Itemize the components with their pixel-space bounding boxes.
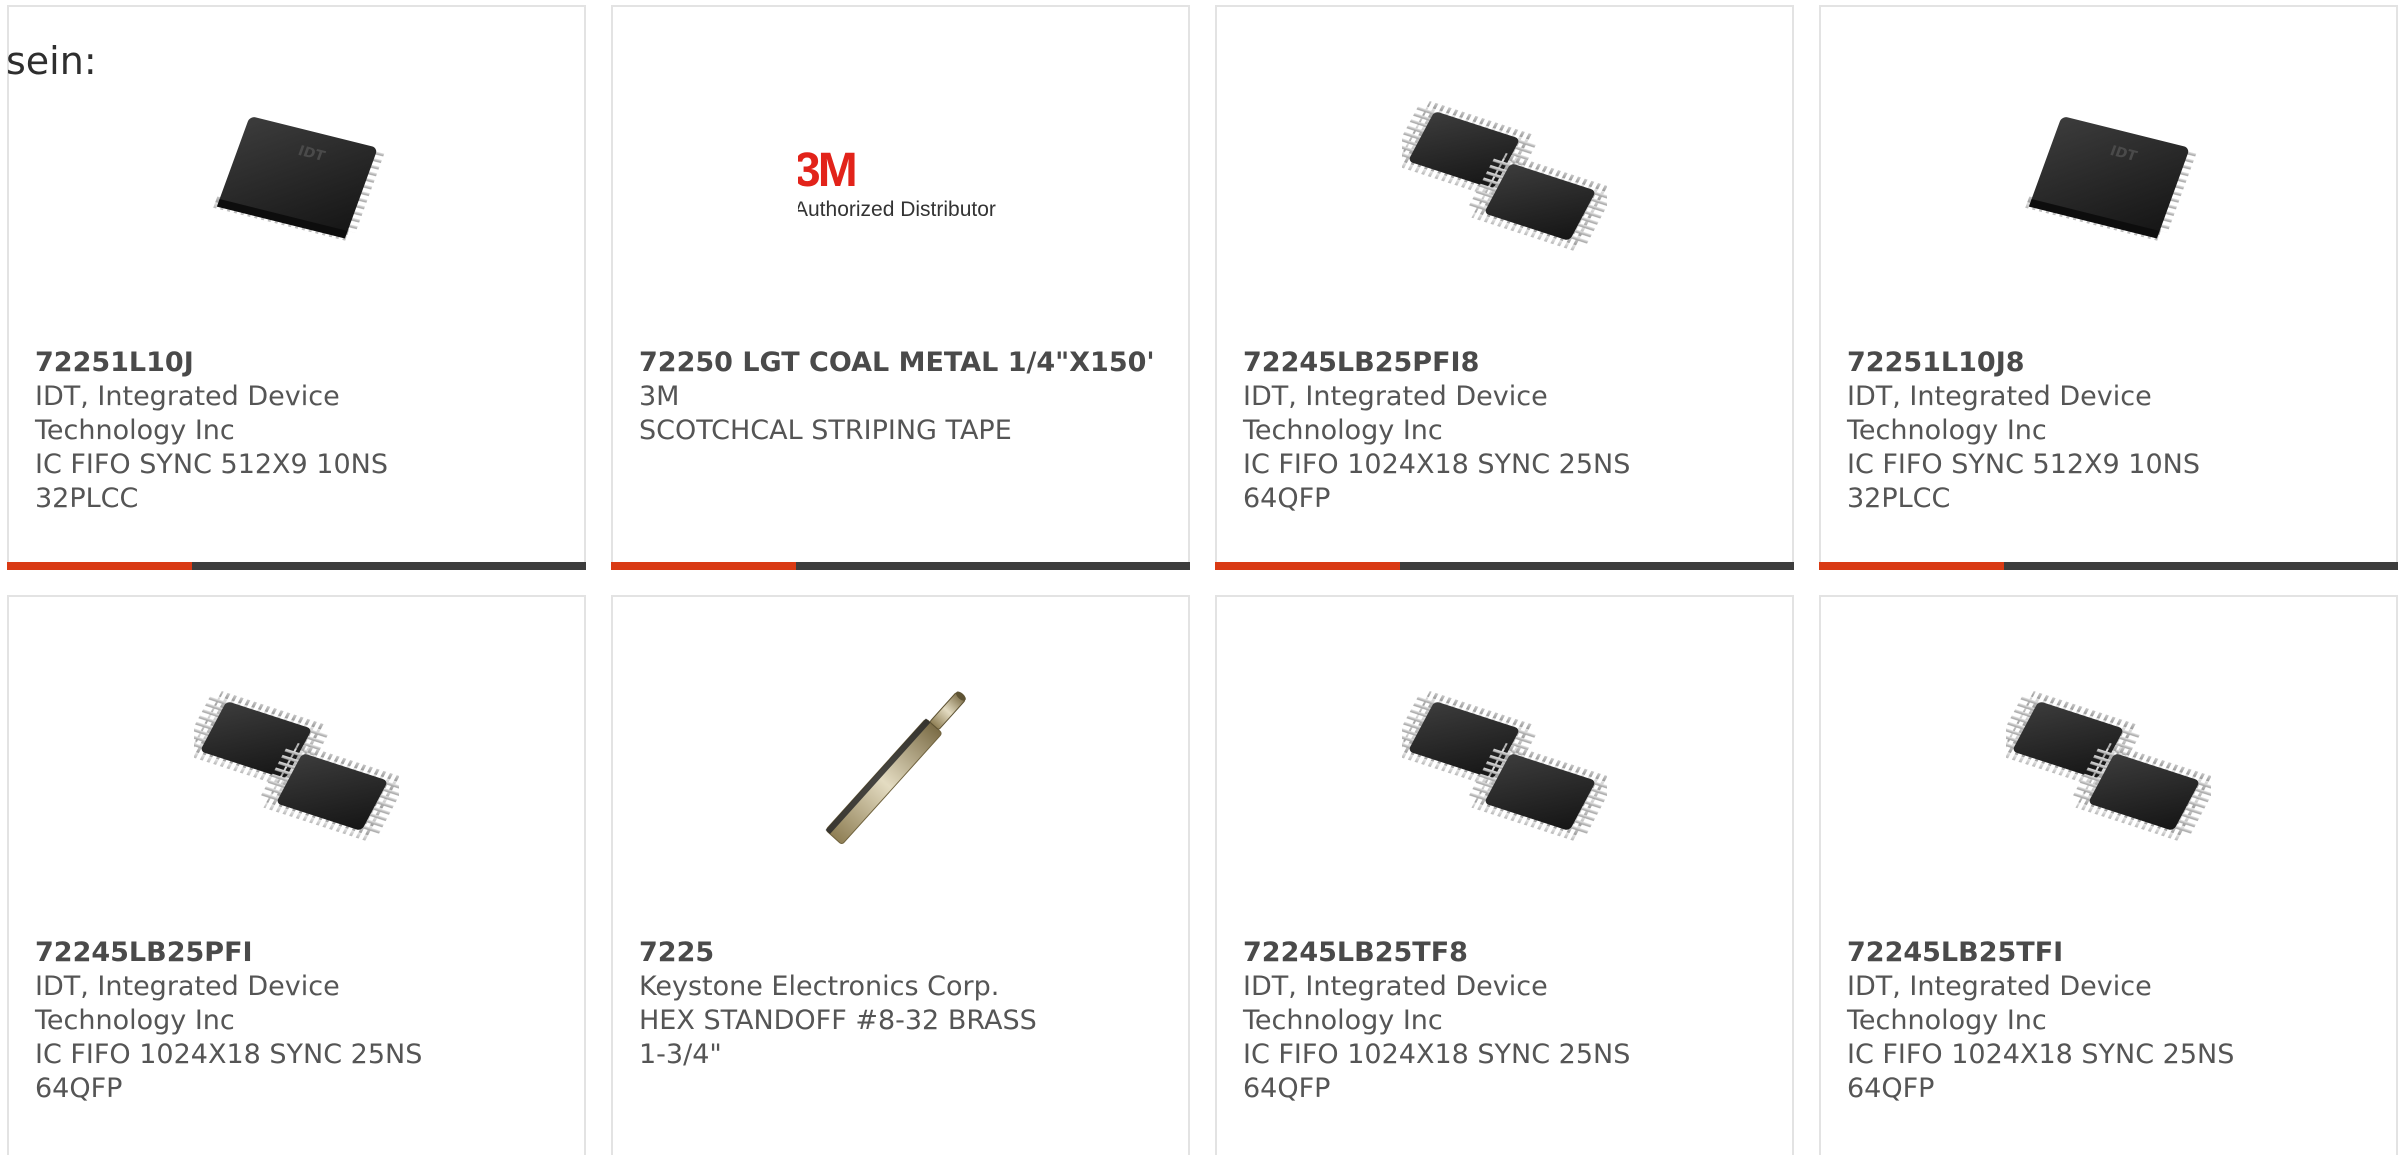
3m-authorized-distributor-logo[interactable]: 3M Authorized Distributor bbox=[798, 76, 1003, 281]
product-card[interactable]: 72245LB25PFI IDT, Integrated Device Tech… bbox=[7, 595, 586, 1155]
part-number[interactable]: 72245LB25TF8 bbox=[1243, 936, 1663, 970]
product-info: 72245LB25TFI IDT, Integrated Device Tech… bbox=[1847, 936, 2267, 1106]
description: IC FIFO 1024X18 SYNC 25NS 64QFP bbox=[1243, 1039, 1631, 1104]
plcc-chip-icon[interactable] bbox=[2006, 76, 2211, 281]
product-card[interactable]: 72251L10J8 IDT, Integrated Device Techno… bbox=[1819, 5, 2398, 570]
manufacturer: IDT, Integrated Device Technology Inc bbox=[1847, 971, 2152, 1036]
product-grid: 72251L10J IDT, Integrated Device Technol… bbox=[7, 5, 2400, 1155]
card-bar-accent bbox=[611, 562, 796, 570]
product-info: 7225 Keystone Electronics Corp. HEX STAN… bbox=[639, 936, 1059, 1072]
product-card[interactable]: 72245LB25TF8 IDT, Integrated Device Tech… bbox=[1215, 595, 1794, 1155]
product-card[interactable]: 3M Authorized Distributor 72250 LGT COAL… bbox=[611, 5, 1190, 570]
product-info: 72251L10J8 IDT, Integrated Device Techno… bbox=[1847, 346, 2267, 516]
manufacturer: 3M bbox=[639, 381, 680, 412]
part-number[interactable]: 7225 bbox=[639, 936, 1059, 970]
description: IC FIFO 1024X18 SYNC 25NS 64QFP bbox=[1847, 1039, 2235, 1104]
product-info: 72245LB25PFI IDT, Integrated Device Tech… bbox=[35, 936, 455, 1106]
part-number[interactable]: 72245LB25PFI8 bbox=[1243, 346, 1663, 380]
product-info: 72245LB25PFI8 IDT, Integrated Device Tec… bbox=[1243, 346, 1663, 516]
product-info: 72250 LGT COAL METAL 1/4"X150' 3M SCOTCH… bbox=[639, 346, 1155, 448]
manufacturer: IDT, Integrated Device Technology Inc bbox=[1847, 381, 2152, 446]
part-number[interactable]: 72245LB25PFI bbox=[35, 936, 455, 970]
card-bar bbox=[1819, 562, 2398, 570]
manufacturer: IDT, Integrated Device Technology Inc bbox=[1243, 381, 1548, 446]
qfp-chips-icon[interactable] bbox=[2006, 666, 2211, 871]
qfp-chips-icon[interactable] bbox=[194, 666, 399, 871]
description: IC FIFO SYNC 512X9 10NS 32PLCC bbox=[35, 449, 389, 514]
part-number[interactable]: 72251L10J bbox=[35, 346, 455, 380]
plcc-chip-icon[interactable] bbox=[194, 76, 399, 281]
description: IC FIFO 1024X18 SYNC 25NS 64QFP bbox=[35, 1039, 423, 1104]
product-listing-page: sein: 72251L10J IDT, Integrated Device T… bbox=[0, 0, 2400, 1155]
card-bar bbox=[1215, 562, 1794, 570]
product-card[interactable]: 72245LB25PFI8 IDT, Integrated Device Tec… bbox=[1215, 5, 1794, 570]
part-number[interactable]: 72245LB25TFI bbox=[1847, 936, 2267, 970]
description: HEX STANDOFF #8-32 BRASS 1-3/4" bbox=[639, 1005, 1037, 1070]
product-card[interactable]: 72251L10J IDT, Integrated Device Technol… bbox=[7, 5, 586, 570]
manufacturer: Keystone Electronics Corp. bbox=[639, 971, 1000, 1002]
logo-caption: Authorized Distributor bbox=[798, 198, 996, 221]
card-bar bbox=[7, 562, 586, 570]
product-info: 72245LB25TF8 IDT, Integrated Device Tech… bbox=[1243, 936, 1663, 1106]
qfp-chips-icon[interactable] bbox=[1402, 76, 1607, 281]
description: IC FIFO SYNC 512X9 10NS 32PLCC bbox=[1847, 449, 2201, 514]
card-bar bbox=[611, 562, 1190, 570]
lead-text: sein: bbox=[6, 39, 97, 83]
description: IC FIFO 1024X18 SYNC 25NS 64QFP bbox=[1243, 449, 1631, 514]
product-info: 72251L10J IDT, Integrated Device Technol… bbox=[35, 346, 455, 516]
manufacturer: IDT, Integrated Device Technology Inc bbox=[1243, 971, 1548, 1036]
product-card[interactable]: 7225 Keystone Electronics Corp. HEX STAN… bbox=[611, 595, 1190, 1155]
qfp-chips-icon[interactable] bbox=[1402, 666, 1607, 871]
description: SCOTCHCAL STRIPING TAPE bbox=[639, 415, 1012, 446]
product-card[interactable]: 72245LB25TFI IDT, Integrated Device Tech… bbox=[1819, 595, 2398, 1155]
hex-standoff-icon[interactable] bbox=[798, 666, 1003, 871]
manufacturer: IDT, Integrated Device Technology Inc bbox=[35, 971, 340, 1036]
card-bar-accent bbox=[1819, 562, 2004, 570]
logo-brand: 3M bbox=[798, 144, 855, 197]
card-bar-accent bbox=[1215, 562, 1400, 570]
manufacturer: IDT, Integrated Device Technology Inc bbox=[35, 381, 340, 446]
part-number[interactable]: 72251L10J8 bbox=[1847, 346, 2267, 380]
card-bar-accent bbox=[7, 562, 192, 570]
part-number[interactable]: 72250 LGT COAL METAL 1/4"X150' bbox=[639, 346, 1155, 380]
